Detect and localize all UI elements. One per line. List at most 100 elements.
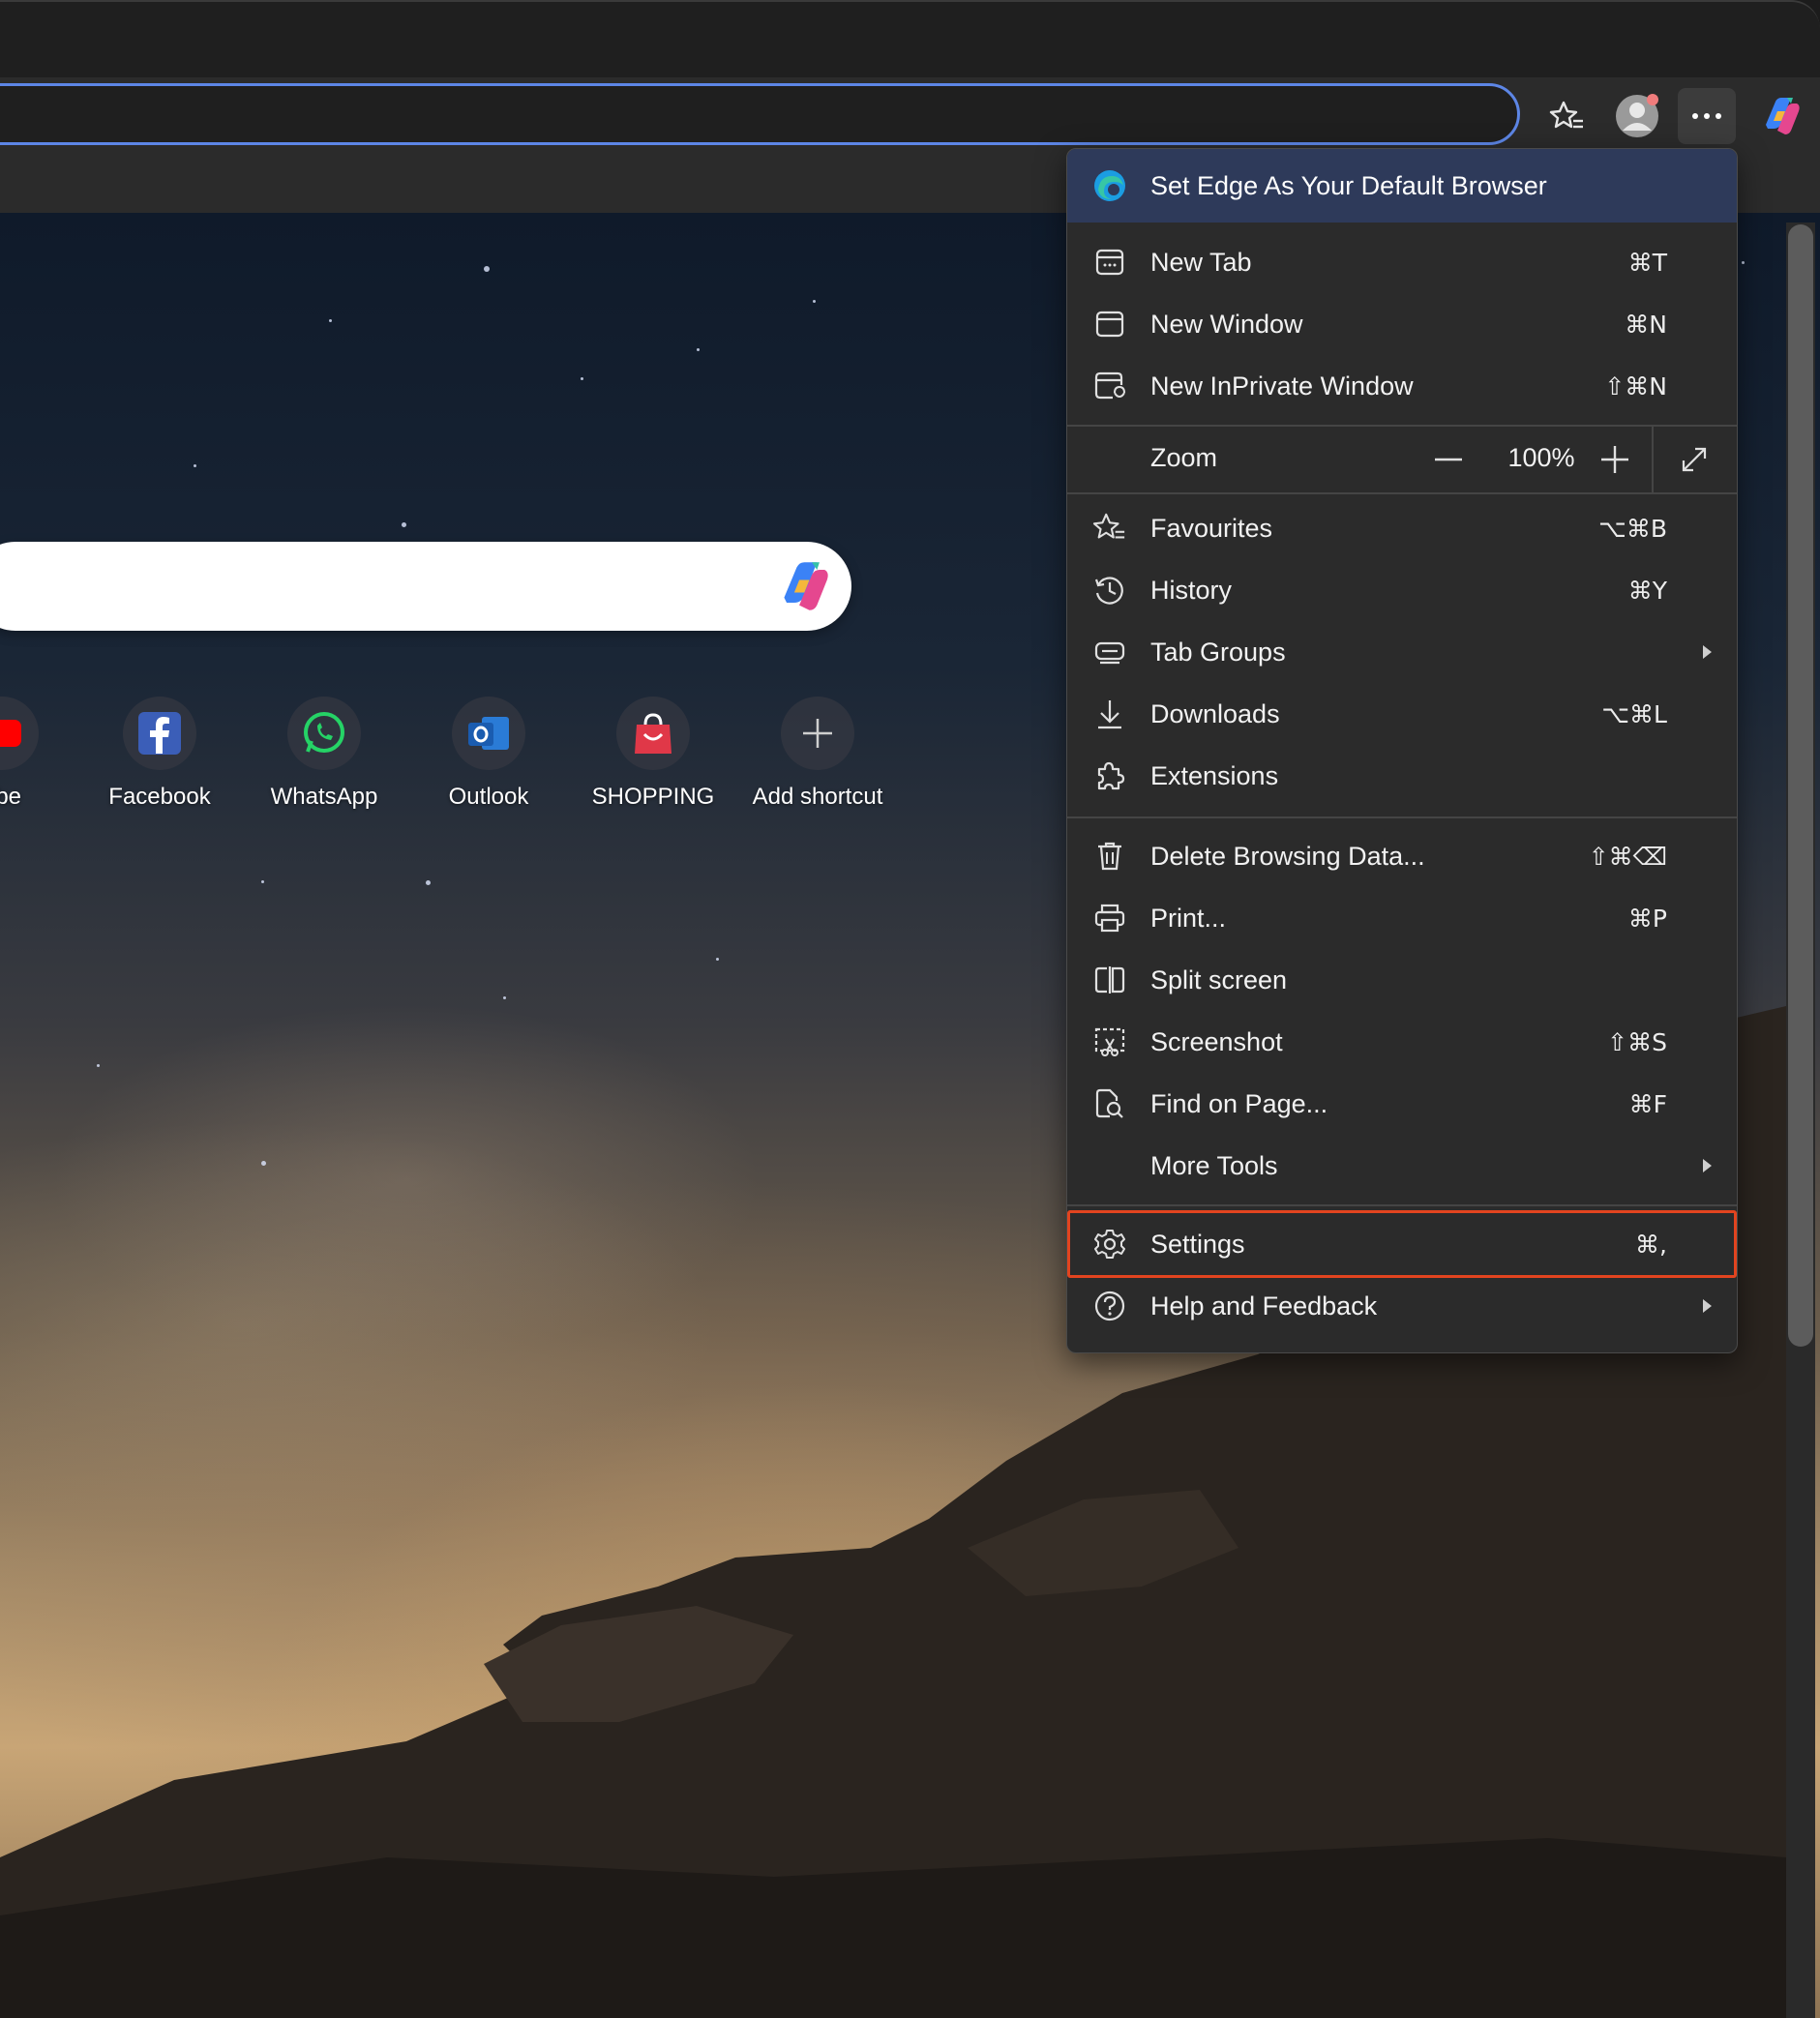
menu-item-label: History	[1150, 575, 1233, 605]
menu-item-extensions[interactable]: Extensions	[1067, 745, 1737, 807]
shortcut-hint: ⇧⌘⌫	[1588, 842, 1667, 871]
menu-item-tab-groups[interactable]: Tab Groups	[1067, 621, 1737, 683]
menu-item-screenshot[interactable]: Screenshot ⇧⌘S	[1067, 1011, 1737, 1073]
shortcut-label: SHOPPING	[591, 784, 715, 810]
shortcut-add[interactable]: Add shortcut	[740, 697, 895, 811]
menu-separator	[1067, 492, 1737, 494]
default-browser-banner[interactable]: Set Edge As Your Default Browser	[1067, 149, 1737, 223]
menu-item-label: New Tab	[1150, 247, 1252, 277]
zoom-row: Zoom 100%	[1067, 427, 1737, 492]
shortcut-label: ube	[0, 784, 22, 810]
whatsapp-icon	[287, 697, 361, 770]
facebook-icon	[123, 697, 196, 770]
shortcut-facebook[interactable]: Facebook	[82, 697, 237, 811]
tab-groups-icon	[1092, 635, 1127, 669]
shortcut-hint: ⌘F	[1628, 1089, 1667, 1118]
shortcut-hint: ⌘N	[1625, 310, 1667, 339]
copilot-icon	[784, 562, 828, 610]
screenshot-icon	[1092, 1024, 1127, 1059]
scrollbar-thumb[interactable]	[1788, 224, 1813, 1347]
shortcut-hint: ⌥⌘B	[1598, 514, 1667, 543]
plus-icon	[1601, 446, 1628, 473]
menu-item-label: New Window	[1150, 309, 1303, 339]
zoom-divider	[1652, 427, 1654, 492]
shortcut-label: Facebook	[108, 784, 211, 810]
menu-item-help-and-feedback[interactable]: Help and Feedback	[1067, 1275, 1737, 1337]
menu-item-new-inprivate-window[interactable]: New InPrivate Window ⇧⌘N	[1067, 355, 1737, 417]
shortcut-hint: ⇧⌘N	[1604, 371, 1667, 401]
zoom-out-button[interactable]	[1425, 436, 1472, 483]
menu-item-label: Print...	[1150, 903, 1227, 933]
menu-item-label: Split screen	[1150, 964, 1288, 994]
minus-icon	[1435, 458, 1462, 461]
shortcut-label: Add shortcut	[752, 784, 883, 810]
edge-logo-icon	[1094, 170, 1125, 201]
shortcut-shopping[interactable]: SHOPPING	[576, 697, 731, 811]
menu-item-more-tools[interactable]: More Tools	[1067, 1135, 1737, 1197]
submenu-arrow-icon	[1703, 1159, 1712, 1172]
new-window-icon	[1092, 307, 1127, 341]
menu-item-label: Tab Groups	[1150, 637, 1286, 667]
plus-icon	[781, 697, 854, 770]
menu-item-new-tab[interactable]: New Tab ⌘T	[1067, 231, 1737, 293]
printer-icon	[1092, 901, 1127, 935]
shortcut-hint: ⌘T	[1627, 248, 1667, 277]
search-copilot-button[interactable]	[774, 557, 832, 615]
find-on-page-icon	[1092, 1086, 1127, 1121]
shortcut-hint: ⌥⌘L	[1601, 699, 1667, 728]
download-icon	[1092, 697, 1127, 731]
settings-highlight-box	[1067, 1210, 1737, 1278]
menu-item-delete-browsing-data[interactable]: Delete Browsing Data... ⇧⌘⌫	[1067, 825, 1737, 887]
profile-button[interactable]	[1608, 88, 1666, 144]
settings-and-more-menu: Set Edge As Your Default Browser New Tab…	[1066, 148, 1738, 1353]
star-list-icon	[1092, 511, 1127, 546]
submenu-arrow-icon	[1703, 1299, 1712, 1313]
title-bar	[0, 0, 1820, 77]
copilot-icon	[1766, 98, 1800, 134]
help-icon	[1092, 1289, 1127, 1323]
address-bar[interactable]	[0, 83, 1520, 145]
shortcut-youtube[interactable]: ube	[0, 697, 79, 811]
menu-item-history[interactable]: History ⌘Y	[1067, 559, 1737, 621]
menu-item-label: Downloads	[1150, 698, 1280, 728]
menu-item-label: New InPrivate Window	[1150, 371, 1414, 401]
menu-item-find-on-page[interactable]: Find on Page... ⌘F	[1067, 1073, 1737, 1135]
shortcut-whatsapp[interactable]: WhatsApp	[247, 697, 402, 811]
fullscreen-button[interactable]	[1671, 436, 1717, 483]
puzzle-piece-icon	[1092, 758, 1127, 793]
menu-item-favourites[interactable]: Favourites ⌥⌘B	[1067, 497, 1737, 559]
inprivate-window-icon	[1092, 369, 1127, 403]
menu-item-label: Find on Page...	[1150, 1088, 1328, 1118]
menu-separator	[1067, 1204, 1737, 1206]
shortcut-hint: ⌘P	[1627, 904, 1667, 933]
menu-item-new-window[interactable]: New Window ⌘N	[1067, 293, 1737, 355]
outlook-icon	[452, 697, 525, 770]
menu-item-print[interactable]: Print... ⌘P	[1067, 887, 1737, 949]
menu-item-split-screen[interactable]: Split screen	[1067, 949, 1737, 1011]
search-box[interactable]	[0, 542, 851, 631]
avatar-icon	[1616, 94, 1658, 137]
favourites-button[interactable]	[1538, 88, 1596, 144]
menu-item-downloads[interactable]: Downloads ⌥⌘L	[1067, 683, 1737, 745]
star-list-icon	[1549, 101, 1583, 129]
menu-item-label: More Tools	[1150, 1150, 1278, 1180]
copilot-button[interactable]	[1751, 88, 1809, 144]
ellipsis-icon	[1692, 113, 1721, 119]
banner-label: Set Edge As Your Default Browser	[1150, 170, 1547, 200]
expand-icon	[1682, 447, 1707, 472]
shortcut-hint: ⌘Y	[1627, 576, 1667, 605]
more-menu-button[interactable]	[1678, 88, 1736, 144]
shortcut-outlook[interactable]: Outlook	[411, 697, 566, 811]
history-icon	[1092, 573, 1127, 608]
trash-icon	[1092, 839, 1127, 874]
split-screen-icon	[1092, 963, 1127, 997]
submenu-arrow-icon	[1703, 645, 1712, 659]
zoom-level: 100%	[1507, 443, 1575, 472]
shopping-bag-icon	[616, 697, 690, 770]
zoom-label: Zoom	[1150, 443, 1218, 472]
youtube-icon	[0, 697, 39, 770]
menu-item-label: Help and Feedback	[1150, 1291, 1378, 1321]
new-tab-icon	[1092, 245, 1127, 280]
zoom-in-button[interactable]	[1592, 436, 1638, 483]
shortcut-label: WhatsApp	[270, 784, 378, 810]
